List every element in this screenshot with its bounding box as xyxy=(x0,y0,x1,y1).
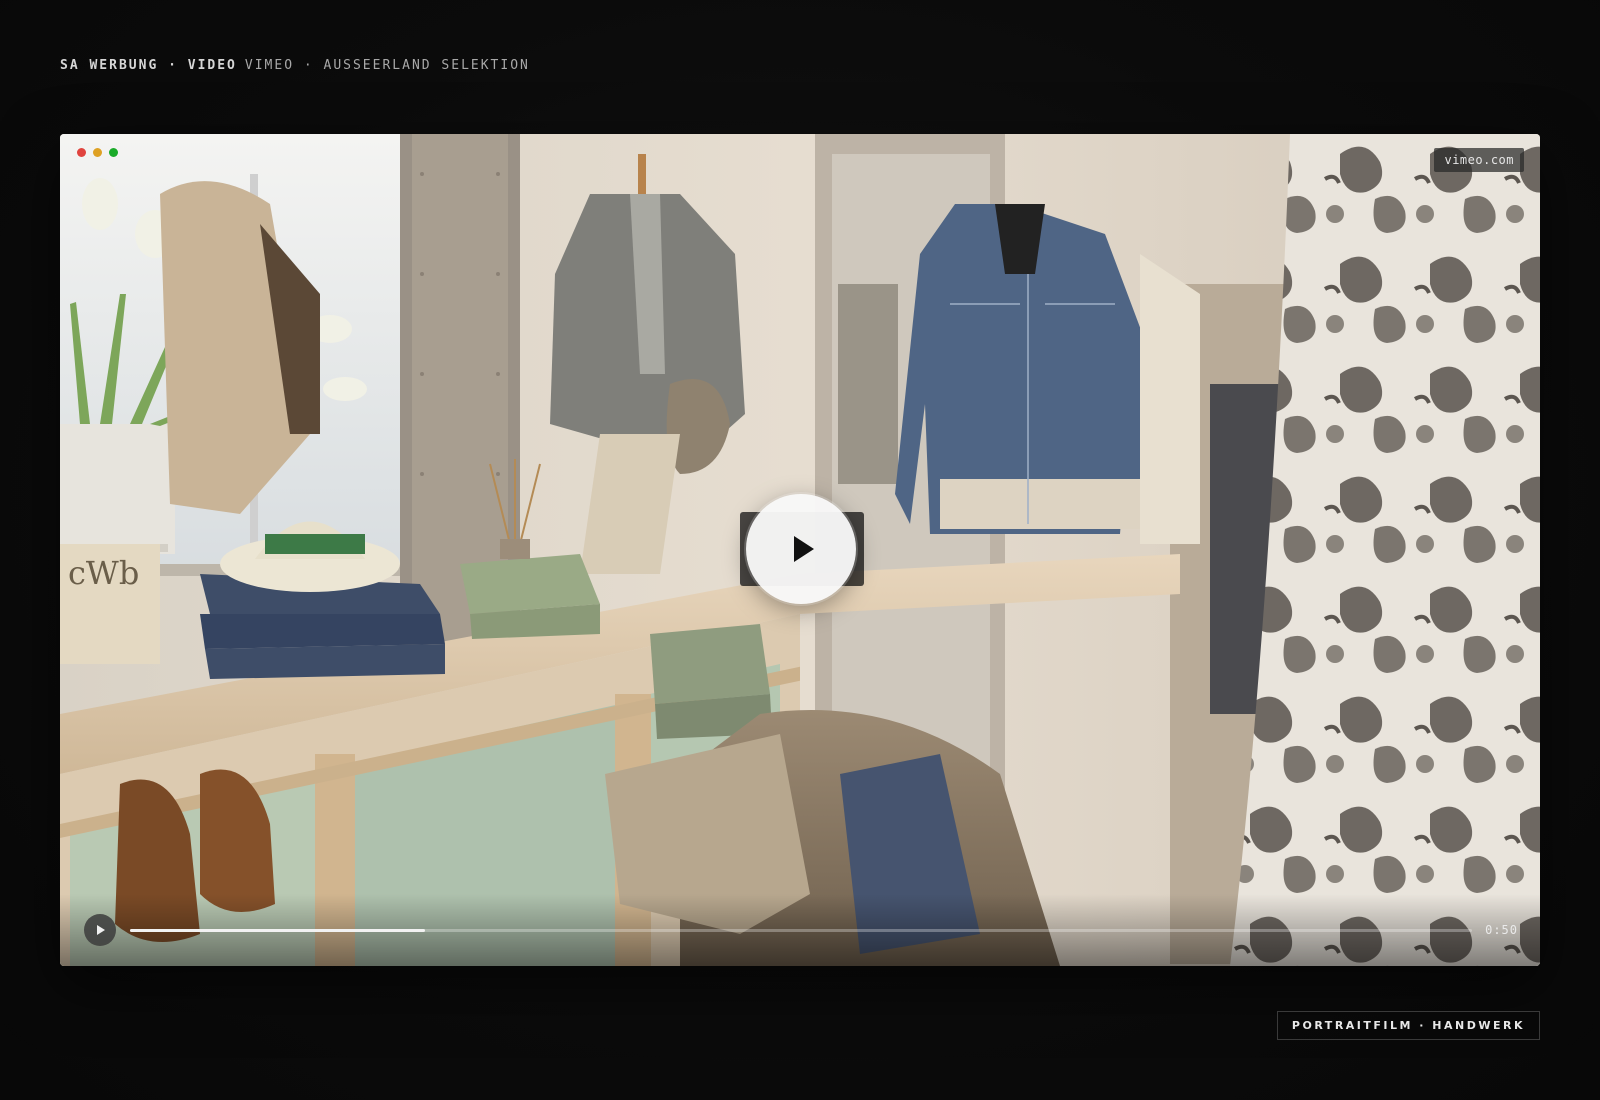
category-tag: PORTRAITFILM · HANDWERK xyxy=(1276,1011,1540,1040)
progress-bar[interactable] xyxy=(130,929,1472,932)
page-header: SA WERBUNG · VIDEO VIMEO · AUSSEERLAND SE… xyxy=(60,58,530,73)
vimeo-badge[interactable]: vimeo.com xyxy=(1434,148,1524,172)
window-dot-red xyxy=(77,148,86,157)
progress-fill xyxy=(130,929,426,932)
play-icon[interactable] xyxy=(746,494,856,604)
play-icon[interactable] xyxy=(84,914,116,946)
window-dot-green xyxy=(109,148,118,157)
video-player[interactable]: cWb vimeo.com 0:50 xyxy=(60,134,1540,966)
svg-text:cWb: cWb xyxy=(68,554,139,592)
window-dot-yellow xyxy=(93,148,102,157)
player-controls: 0:50 xyxy=(60,894,1540,966)
header-brand: SA WERBUNG · VIDEO xyxy=(60,58,237,73)
header-subtitle: VIMEO · AUSSEERLAND SELEKTION xyxy=(244,58,530,73)
window-dots xyxy=(77,148,118,157)
video-duration: 0:50 xyxy=(1485,923,1518,937)
page: SA WERBUNG · VIDEO VIMEO · AUSSEERLAND SE… xyxy=(0,0,1600,1100)
